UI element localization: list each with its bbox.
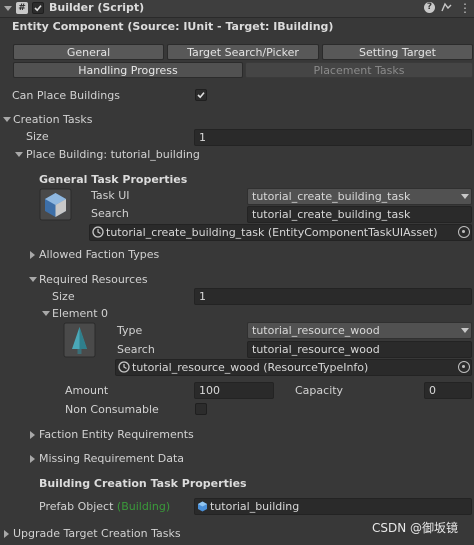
component-title: Builder (Script) — [49, 1, 145, 14]
upgrade-target-creation-tasks-label[interactable]: Upgrade Target Creation Tasks — [13, 527, 181, 541]
place-building-foldout-icon[interactable] — [15, 152, 23, 157]
task-ui-value: tutorial_create_building_task — [252, 190, 411, 203]
tab-placement-tasks[interactable]: Placement Tasks — [245, 62, 473, 78]
missing-requirement-data-label[interactable]: Missing Requirement Data — [39, 452, 184, 466]
prefab-object-hint: (Building) — [116, 500, 171, 513]
context-menu-icon[interactable]: ⋮ — [459, 1, 471, 15]
asset-icon — [118, 361, 130, 373]
task-ui-search-label: Search — [91, 207, 129, 220]
element-0-label[interactable]: Element 0 — [52, 307, 108, 321]
chevron-down-icon — [461, 328, 469, 333]
prefab-object-field[interactable]: tutorial_building — [194, 498, 472, 515]
amount-label: Amount — [65, 384, 109, 397]
task-ui-label: Task UI — [91, 189, 130, 202]
watermark: CSDN @御坂镜 — [372, 521, 459, 535]
checkmark-icon — [34, 5, 42, 12]
tab-target-search-picker[interactable]: Target Search/Picker — [167, 44, 319, 60]
allowed-faction-types-label[interactable]: Allowed Faction Types — [39, 248, 159, 262]
task-ui-preview-icon — [39, 188, 72, 221]
script-icon: # — [16, 2, 28, 14]
help-icon[interactable]: ? — [424, 2, 435, 13]
task-ui-dropdown[interactable]: tutorial_create_building_task — [247, 188, 472, 205]
can-place-buildings-label: Can Place Buildings — [12, 89, 120, 102]
asset-icon — [92, 226, 104, 238]
resource-search-label: Search — [117, 343, 155, 356]
place-building-label[interactable]: Place Building: tutorial_building — [26, 148, 200, 162]
capacity-input[interactable]: 0 — [424, 382, 472, 399]
checkmark-icon — [197, 92, 205, 99]
resource-search-input[interactable]: tutorial_resource_wood — [247, 341, 472, 358]
required-resources-size-input[interactable]: 1 — [194, 288, 472, 305]
allowed-faction-types-foldout-icon[interactable] — [30, 251, 35, 259]
can-place-buildings-checkbox[interactable] — [195, 89, 207, 101]
amount-input[interactable]: 100 — [194, 382, 274, 399]
non-consumable-checkbox[interactable] — [195, 403, 207, 415]
tab-handling-progress[interactable]: Handling Progress — [13, 62, 243, 78]
required-resources-size-label: Size — [52, 290, 75, 303]
resource-type-value: tutorial_resource_wood — [252, 324, 380, 337]
general-task-properties-title: General Task Properties — [39, 173, 188, 186]
object-picker-icon[interactable] — [458, 226, 470, 238]
non-consumable-label: Non Consumable — [65, 403, 159, 416]
missing-requirement-data-foldout-icon[interactable] — [30, 455, 35, 463]
prefab-object-label: Prefab Object (Building) — [39, 500, 170, 514]
creation-tasks-size-label: Size — [26, 130, 49, 143]
creation-tasks-label[interactable]: Creation Tasks — [13, 113, 93, 127]
building-creation-task-properties-title: Building Creation Task Properties — [39, 477, 247, 490]
task-ui-object-value: tutorial_create_building_task (EntityCom… — [106, 226, 438, 239]
resource-object-value: tutorial_resource_wood (ResourceTypeInfo… — [132, 361, 369, 374]
entity-component-title: Entity Component (Source: IUnit - Target… — [12, 20, 334, 33]
capacity-label: Capacity — [295, 384, 344, 397]
faction-entity-requirements-label[interactable]: Faction Entity Requirements — [39, 428, 194, 442]
prefab-icon — [197, 501, 208, 512]
upgrade-target-creation-tasks-foldout-icon[interactable] — [4, 530, 9, 538]
chevron-down-icon — [461, 194, 469, 199]
tab-general[interactable]: General — [13, 44, 164, 60]
creation-tasks-size-input[interactable]: 1 — [194, 129, 472, 146]
resource-type-dropdown[interactable]: tutorial_resource_wood — [247, 322, 472, 339]
task-ui-search-input[interactable]: tutorial_create_building_task — [247, 206, 472, 223]
preset-icon[interactable] — [441, 2, 452, 13]
prefab-object-label-text: Prefab Object — [39, 500, 114, 513]
component-header[interactable]: # Builder (Script) ? ⋮ — [0, 0, 474, 18]
tab-setting-target[interactable]: Setting Target — [322, 44, 473, 60]
resource-type-label: Type — [117, 324, 143, 337]
faction-entity-requirements-foldout-icon[interactable] — [30, 431, 35, 439]
required-resources-label[interactable]: Required Resources — [39, 273, 148, 287]
required-resources-foldout-icon[interactable] — [29, 277, 37, 282]
enabled-checkbox[interactable] — [32, 2, 44, 14]
fold-arrow-icon[interactable] — [4, 6, 12, 11]
element-0-foldout-icon[interactable] — [42, 311, 50, 316]
resource-object-field[interactable]: tutorial_resource_wood (ResourceTypeInfo… — [115, 359, 472, 376]
object-picker-icon[interactable] — [458, 361, 470, 373]
creation-tasks-foldout-icon[interactable] — [3, 117, 11, 122]
resource-preview-icon — [63, 322, 96, 358]
task-ui-object-field[interactable]: tutorial_create_building_task (EntityCom… — [89, 224, 472, 241]
prefab-object-value: tutorial_building — [210, 500, 300, 513]
